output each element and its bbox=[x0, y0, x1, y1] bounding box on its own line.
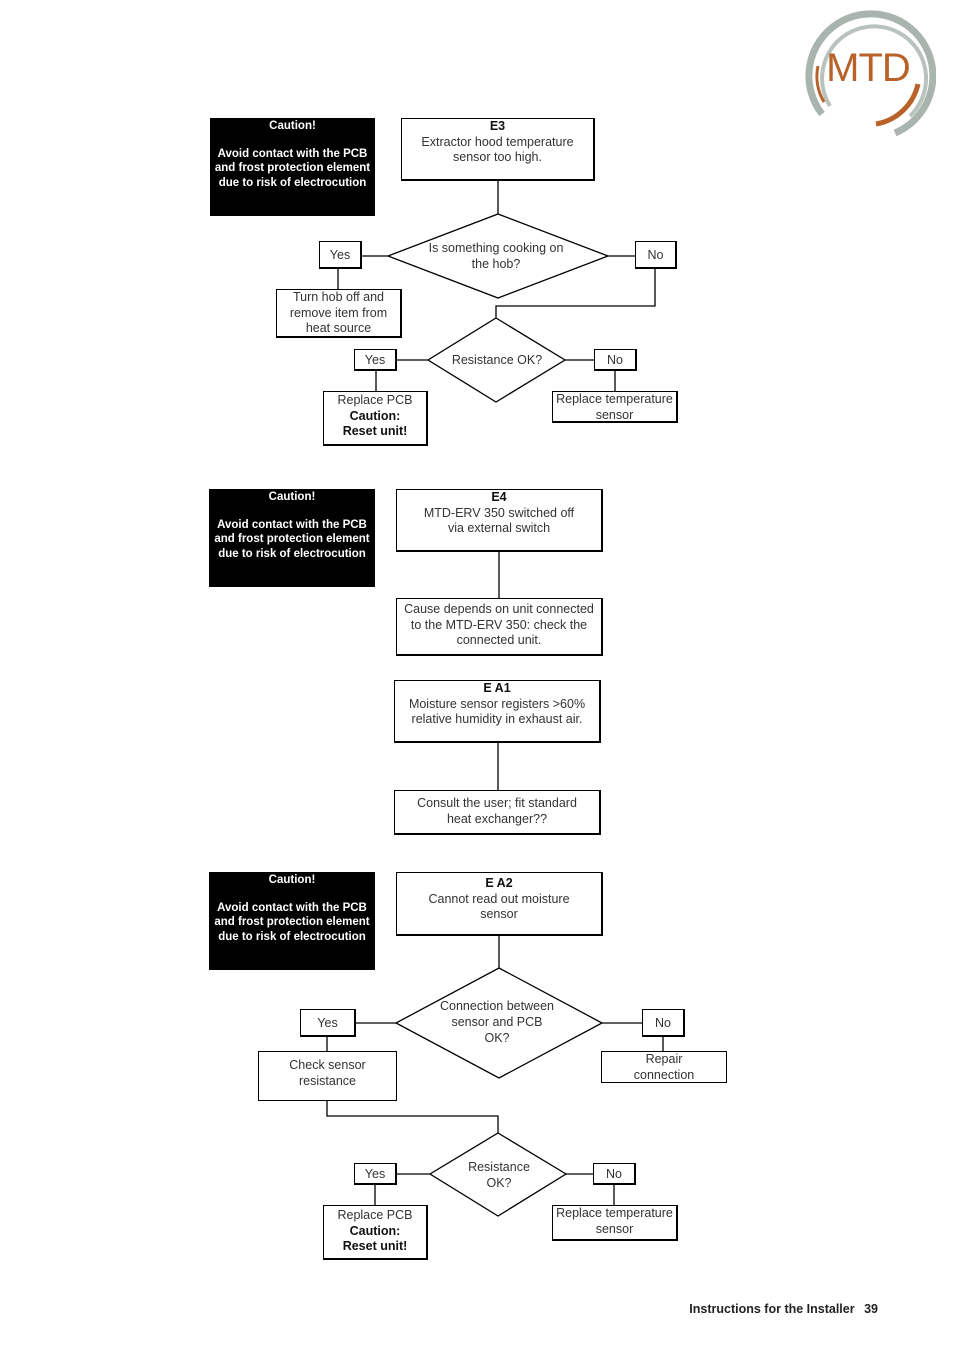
action-turn-hob-off: Turn hob off and remove item from heat s… bbox=[276, 289, 402, 338]
caution-title: Caution! bbox=[268, 491, 316, 503]
action-replace-sensor: Replace temperature sensor bbox=[552, 1205, 678, 1241]
action-replace-pcb: Replace PCB Caution: Reset unit! bbox=[323, 1205, 428, 1260]
caution-title: Caution! bbox=[269, 120, 316, 132]
caution-box-ea2: Caution! Avoid contact with the PCB and … bbox=[209, 872, 375, 970]
decision-connection: Connection between sensor and PCB OK? bbox=[440, 999, 554, 1045]
no-label: No bbox=[635, 241, 677, 269]
caution-text: Avoid contact with the PCB and frost pro… bbox=[214, 901, 370, 943]
error-box-ea2: E A2 Cannot read out moisture sensor bbox=[396, 872, 603, 936]
action-text: Replace PCB bbox=[337, 1208, 413, 1222]
caution-note: Caution: bbox=[349, 1223, 401, 1238]
error-description: MTD-ERV 350 switched off via external sw… bbox=[423, 505, 575, 536]
action-check-connected-unit: Cause depends on unit connected to the M… bbox=[396, 598, 603, 656]
decision-resistance: Resistance OK? bbox=[451, 353, 543, 367]
action-replace-pcb: Replace PCB Caution: Reset unit! bbox=[323, 391, 428, 446]
action-text: Check sensor resistance bbox=[289, 1058, 366, 1088]
caution-title: Caution! bbox=[268, 874, 316, 886]
caution-box-e3: Caution! Avoid contact with the PCB and … bbox=[210, 118, 375, 216]
yes-label: Yes bbox=[354, 1163, 397, 1185]
error-description: Cannot read out moisture sensor bbox=[428, 891, 570, 922]
reset-note: Reset unit! bbox=[342, 1239, 408, 1253]
error-box-e4: E4 MTD-ERV 350 switched off via external… bbox=[396, 489, 603, 552]
flowchart-connectors bbox=[326, 180, 664, 1217]
caution-box-e4: Caution! Avoid contact with the PCB and … bbox=[209, 489, 375, 587]
action-text: Replace temperature sensor bbox=[556, 1206, 673, 1236]
error-description: Extractor hood temperature sensor too hi… bbox=[421, 134, 574, 165]
page-footer: Instructions for the Installer 39 bbox=[660, 1302, 878, 1316]
action-text: Replace temperature sensor bbox=[556, 392, 673, 422]
error-description: Moisture sensor registers >60% relative … bbox=[408, 696, 586, 727]
action-text: Replace PCB bbox=[337, 393, 413, 407]
footer-title: Instructions for the Installer bbox=[689, 1302, 855, 1316]
no-label: No bbox=[593, 1163, 636, 1185]
action-repair-connection: Repair connection bbox=[601, 1051, 727, 1083]
yes-label: Yes bbox=[354, 349, 397, 371]
caution-text: Avoid contact with the PCB and frost pro… bbox=[214, 518, 370, 560]
yes-label: Yes bbox=[300, 1009, 356, 1037]
error-box-ea1: E A1 Moisture sensor registers >60% rela… bbox=[394, 680, 601, 743]
decision-cooking: Is something cooking on the hob? bbox=[428, 241, 564, 271]
reset-note: Reset unit! bbox=[342, 424, 408, 438]
error-code: E A2 bbox=[485, 876, 513, 890]
error-code: E4 bbox=[491, 490, 507, 504]
error-code: E A1 bbox=[483, 681, 511, 695]
action-text: Turn hob off and remove item from heat s… bbox=[289, 290, 388, 335]
action-text: Cause depends on unit connected to the M… bbox=[404, 602, 594, 647]
page-number: 39 bbox=[864, 1302, 878, 1316]
action-check-sensor-resistance: Check sensor resistance bbox=[258, 1051, 397, 1101]
yes-label: Yes bbox=[319, 241, 362, 269]
action-text: Repair connection bbox=[633, 1052, 695, 1082]
action-replace-sensor: Replace temperature sensor bbox=[552, 391, 678, 423]
caution-note: Caution: bbox=[349, 408, 401, 423]
action-text: Consult the user; fit standard heat exch… bbox=[417, 796, 577, 826]
caution-text: Avoid contact with the PCB and frost pro… bbox=[214, 147, 371, 189]
no-label: No bbox=[642, 1009, 685, 1037]
no-label: No bbox=[594, 349, 637, 371]
decision-resistance: Resistance OK? bbox=[468, 1160, 530, 1190]
error-box-e3: E3 Extractor hood temperature sensor too… bbox=[401, 118, 595, 181]
error-code: E3 bbox=[489, 119, 506, 133]
action-consult-user: Consult the user; fit standard heat exch… bbox=[394, 790, 601, 835]
